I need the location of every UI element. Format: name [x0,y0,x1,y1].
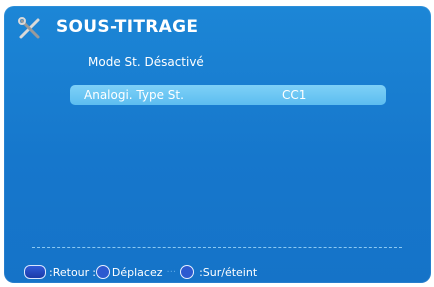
footer-divider [32,247,402,248]
page-title: SOUS-TITRAGE [56,17,199,37]
back-hint-label: Retour [52,265,90,279]
menu-item-subtitle-mode[interactable]: Mode St. Désactivé [88,55,204,69]
menu-item-analog-type-label: Analogi. Type St. [84,88,184,102]
subtitle-menu-panel: SOUS-TITRAGE Mode St. Désactivé Analogi.… [4,6,431,283]
footer-hints: : Retour : Déplacez ··· : Sur/éteint [24,265,257,279]
tools-icon [18,17,40,39]
move-hint-label: Déplacez [111,265,163,279]
ok-button-icon [180,265,195,279]
onoff-hint-label: Sur/éteint [202,265,258,279]
menu-item-analog-type-value: CC1 [282,88,307,102]
dim-glyph-icon: ··· [166,266,177,278]
dpad-icon [95,265,110,279]
menu-button-icon [24,265,46,279]
